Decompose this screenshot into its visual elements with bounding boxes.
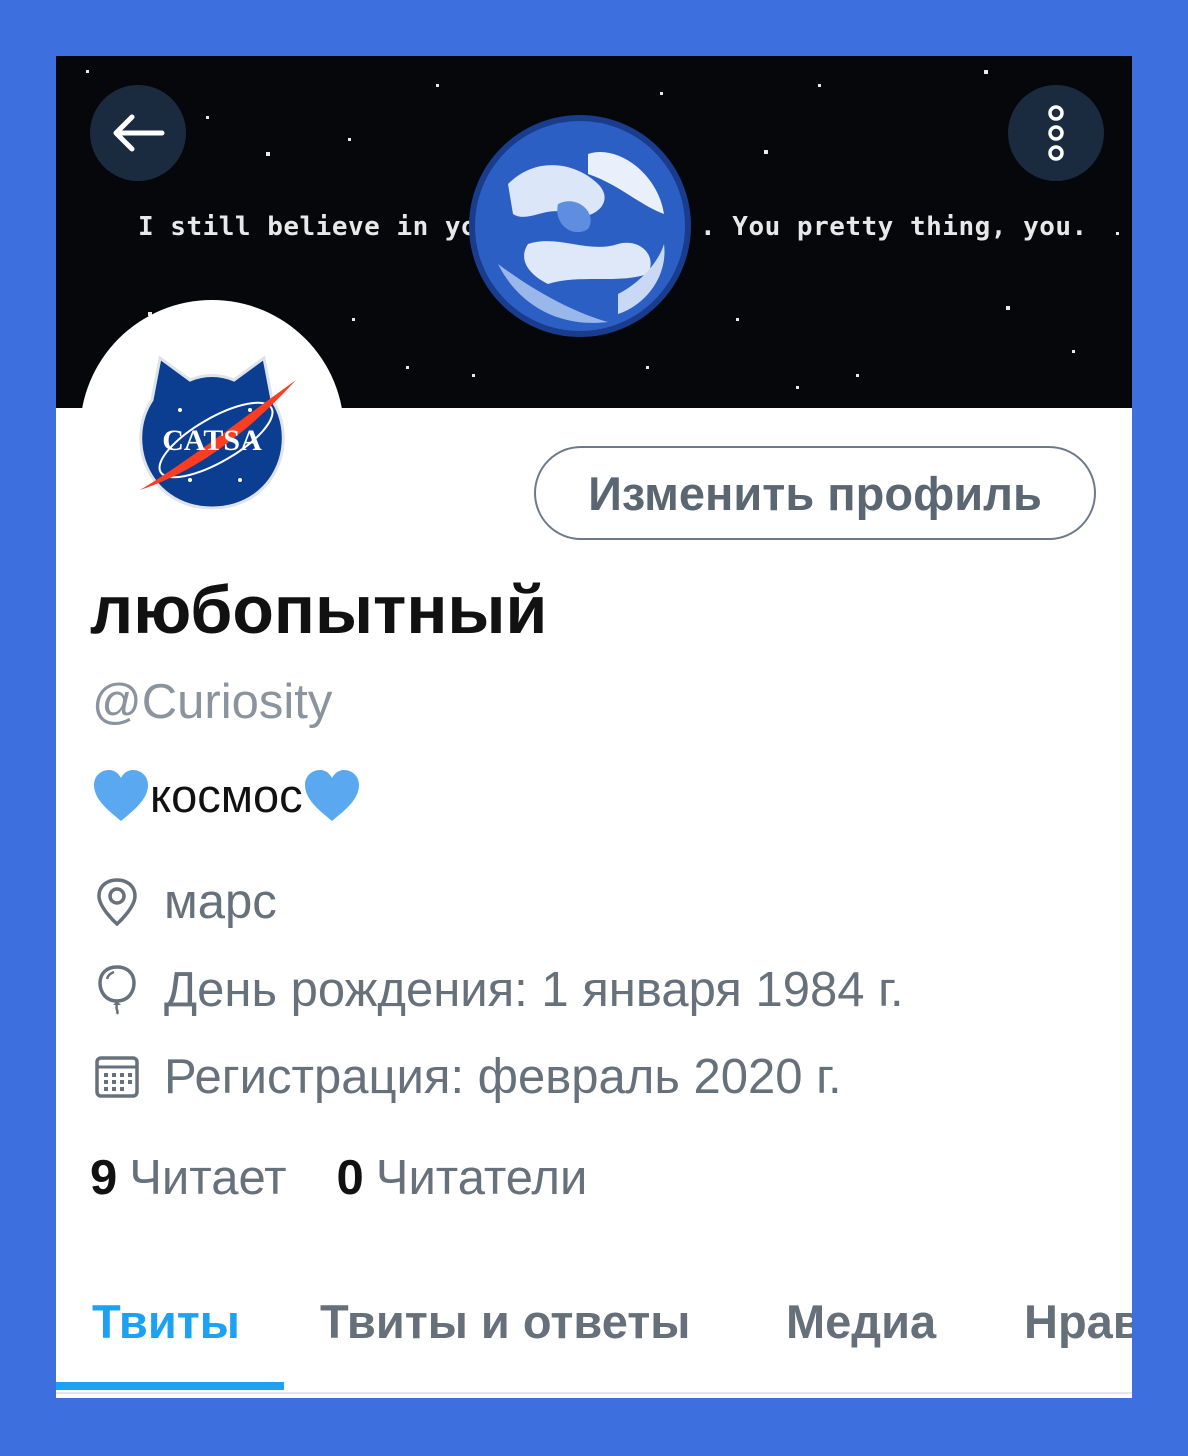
more-options-button[interactable] <box>1008 85 1104 181</box>
followers-link[interactable]: 0 Читатели <box>337 1150 588 1206</box>
user-handle: @Curiosity <box>92 675 333 729</box>
location-text: марс <box>164 875 277 929</box>
tab-likes[interactable]: Нравится <box>1024 1278 1132 1390</box>
location-row: марс <box>92 874 277 930</box>
joined-row: Регистрация: февраль 2020 г. <box>92 1049 842 1105</box>
following-label: Читает <box>129 1151 287 1205</box>
blue-heart-icon <box>94 769 148 821</box>
birthday-row: День рождения: 1 января 1984 г. <box>92 962 904 1018</box>
location-pin-icon <box>97 878 137 926</box>
tab-media[interactable]: Медиа <box>786 1278 936 1390</box>
profile-tabs: Твиты Твиты и ответы Медиа Нравится <box>56 1278 1132 1394</box>
bio: космос <box>92 768 361 823</box>
active-tab-indicator <box>56 1382 284 1390</box>
followers-label: Читатели <box>375 1151 588 1205</box>
calendar-icon <box>95 1056 139 1098</box>
avatar-logo-text: CATSA <box>162 424 262 457</box>
back-button[interactable] <box>90 85 186 181</box>
birthday-text: День рождения: 1 января 1984 г. <box>164 963 904 1017</box>
banner-quote-left: I still believe in you, <box>138 212 510 242</box>
earth-image <box>469 115 691 337</box>
bio-text: космос <box>150 769 303 822</box>
more-vertical-icon <box>1048 105 1064 161</box>
arrow-left-icon <box>113 114 165 152</box>
following-link[interactable]: 9 Читает <box>90 1150 287 1206</box>
avatar[interactable]: CATSA <box>80 300 344 564</box>
display-name: любопытный <box>90 572 548 648</box>
tab-tweets-and-replies[interactable]: Твиты и ответы <box>320 1278 690 1390</box>
following-count: 9 <box>90 1151 118 1205</box>
followers-count: 0 <box>336 1151 364 1205</box>
blue-heart-icon <box>304 769 359 821</box>
joined-text: Регистрация: февраль 2020 г. <box>164 1050 842 1104</box>
edit-profile-button[interactable]: Изменить профиль <box>534 446 1096 540</box>
catsa-logo: CATSA <box>139 355 296 510</box>
balloon-icon <box>98 965 136 1015</box>
tab-tweets[interactable]: Твиты <box>92 1278 240 1390</box>
follow-stats: 9 Читает 0 Читатели <box>90 1150 637 1206</box>
banner-quote-right: . You pretty thing, you. <box>700 212 1088 242</box>
profile-card: I still believe in you, . You pretty thi… <box>56 56 1132 1398</box>
